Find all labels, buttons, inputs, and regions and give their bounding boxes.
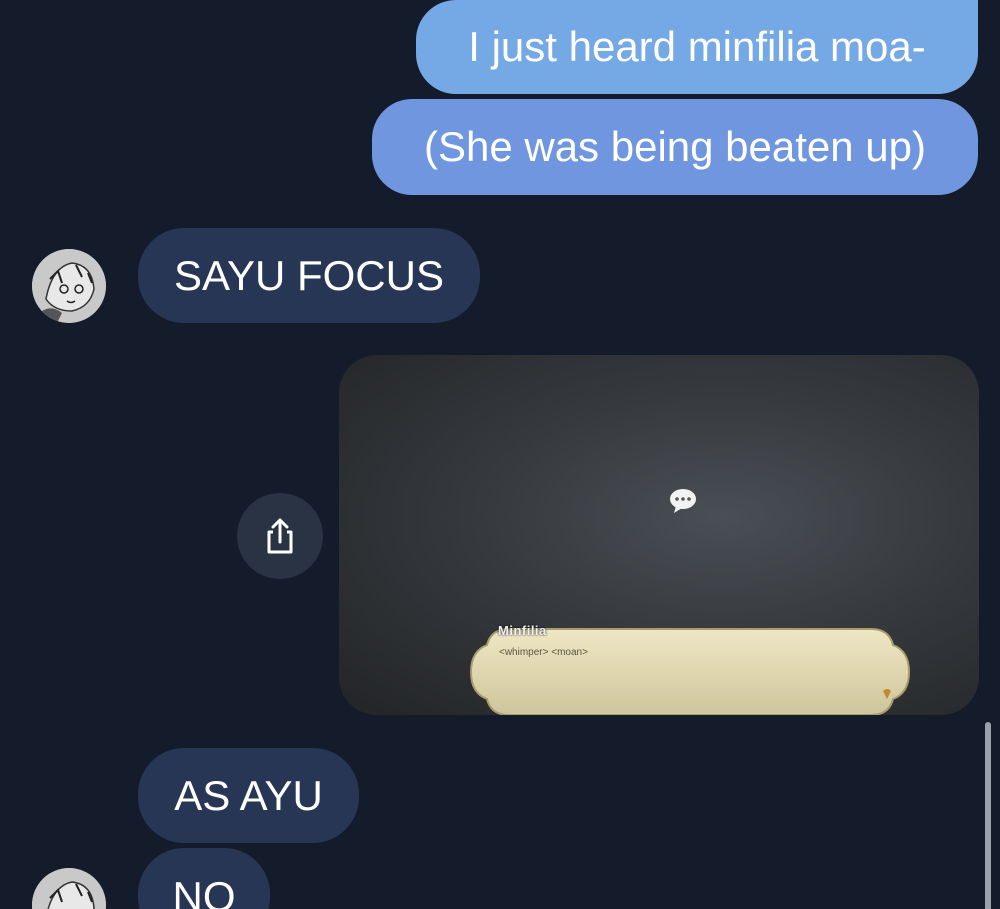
avatar[interactable] — [32, 249, 106, 323]
outgoing-message[interactable]: I just heard minfilia moa- — [416, 0, 978, 94]
message-text: I just heard minfilia moa- — [468, 23, 926, 70]
speaker-name: Minfilia — [498, 623, 547, 638]
avatar-image — [32, 868, 106, 909]
message-text: (She was being beaten up) — [423, 123, 926, 170]
incoming-message[interactable]: SAYU FOCUS — [138, 228, 480, 323]
avatar-image — [32, 249, 106, 323]
share-button[interactable] — [237, 493, 323, 579]
outgoing-message[interactable]: (She was being beaten up) — [372, 99, 978, 195]
dialog-box — [469, 628, 911, 715]
message-text: NO — [172, 873, 236, 909]
image-message[interactable]: Minfilia <whimper> <moan> — [339, 355, 979, 715]
message-text: AS AYU — [174, 771, 323, 819]
share-icon — [267, 518, 293, 554]
speech-bubble-icon — [670, 489, 696, 513]
message-text: SAYU FOCUS — [174, 251, 444, 299]
incoming-message[interactable]: AS AYU — [138, 748, 359, 843]
scrollbar[interactable] — [985, 722, 991, 909]
dialog-text: <whimper> <moan> — [499, 647, 588, 658]
avatar[interactable] — [32, 868, 106, 909]
incoming-message[interactable]: NO — [138, 848, 270, 909]
chat-view: I just heard minfilia moa- (She was bein… — [0, 0, 1000, 909]
